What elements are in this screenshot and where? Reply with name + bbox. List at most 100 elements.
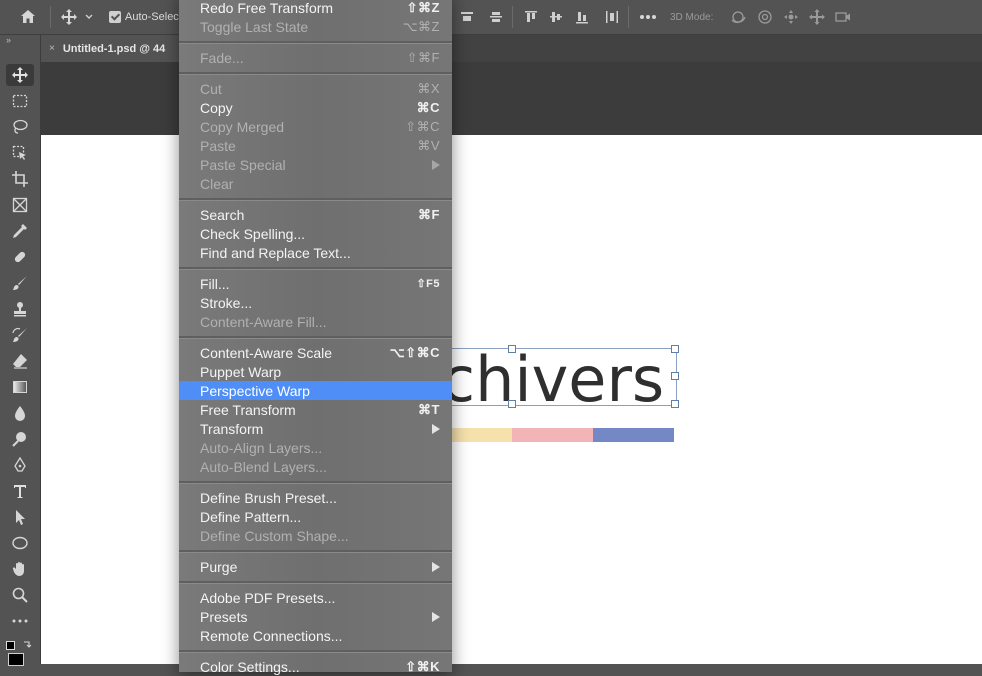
color-swatches[interactable]	[4, 639, 36, 666]
menu-item-label: Color Settings...	[200, 658, 300, 675]
menu-item-define-brush-preset[interactable]: Define Brush Preset...	[179, 488, 452, 507]
distribute-bottom-icon[interactable]	[572, 0, 592, 34]
menu-item-find-replace-text[interactable]: Find and Replace Text...	[179, 243, 452, 262]
menu-item-content-aware-fill: Content-Aware Fill...	[179, 312, 452, 331]
move-icon	[12, 67, 28, 83]
orbit-3d-icon[interactable]	[727, 0, 749, 34]
submenu-arrow-icon	[432, 611, 440, 622]
menu-item-shortcut: ⇧⌘C	[405, 118, 440, 134]
pan-3d-icon[interactable]	[780, 0, 802, 34]
transform-bounding-box[interactable]	[427, 348, 677, 406]
blur-tool[interactable]	[6, 402, 34, 424]
move-tool[interactable]	[6, 64, 34, 86]
three-d-mode-text: 3D Mode:	[670, 11, 714, 23]
type-tool[interactable]	[6, 480, 34, 502]
ellipse-tool[interactable]	[6, 532, 34, 554]
pen-icon	[14, 456, 26, 472]
frame-tool[interactable]	[6, 194, 34, 216]
transform-handle-bottom[interactable]	[508, 400, 516, 408]
menu-item-shortcut: ⌘T	[418, 401, 440, 417]
slide-3d-icon[interactable]	[806, 0, 828, 34]
camera-3d-icon[interactable]	[832, 0, 854, 34]
frame-icon	[12, 197, 28, 213]
hand-tool[interactable]	[6, 558, 34, 580]
path-select-tool[interactable]	[6, 506, 34, 528]
transform-handle-right[interactable]	[671, 372, 679, 380]
menu-item-purge[interactable]: Purge	[179, 557, 452, 576]
more-tools-button[interactable]	[6, 610, 34, 632]
menu-item-search[interactable]: Search ⌘F	[179, 205, 452, 224]
menu-item-puppet-warp[interactable]: Puppet Warp	[179, 362, 452, 381]
home-icon[interactable]	[14, 0, 42, 34]
document-tab[interactable]: × Untitled-1.psd @ 44	[41, 35, 201, 62]
menu-item-adobe-pdf-presets[interactable]: Adobe PDF Presets...	[179, 588, 452, 607]
menu-item-shortcut: ⇧⌘F	[406, 49, 440, 65]
auto-select-checkbox[interactable]: Auto-Selec	[109, 0, 179, 34]
distribute-spacing-icon[interactable]	[602, 0, 622, 34]
menu-item-copy[interactable]: Copy ⌘C	[179, 98, 452, 117]
menu-item-label: Puppet Warp	[200, 363, 282, 380]
menu-item-label: Content-Aware Fill...	[200, 313, 327, 330]
menu-item-check-spelling[interactable]: Check Spelling...	[179, 224, 452, 243]
tools-panel: ››	[0, 35, 41, 666]
menu-separator	[179, 581, 452, 584]
menu-item-label: Perspective Warp	[200, 382, 310, 399]
marquee-icon	[12, 94, 28, 108]
menu-item-label: Copy	[200, 99, 233, 116]
menu-item-shortcut: ⇧⌘Z	[406, 0, 440, 15]
menu-item-perspective-warp[interactable]: Perspective Warp	[179, 381, 452, 400]
align-middle-icon[interactable]	[486, 0, 506, 34]
healing-brush-tool[interactable]	[6, 246, 34, 268]
menu-item-free-transform[interactable]: Free Transform ⌘T	[179, 400, 452, 419]
swap-colors-icon[interactable]	[22, 640, 32, 650]
move-tool-preset-icon[interactable]	[58, 0, 80, 34]
eyedropper-tool[interactable]	[6, 220, 34, 242]
default-colors-icon[interactable]	[6, 641, 15, 650]
marquee-tool[interactable]	[6, 90, 34, 112]
gradient-tool[interactable]	[6, 376, 34, 398]
menu-item-define-custom-shape: Define Custom Shape...	[179, 526, 452, 545]
gradient-icon	[13, 381, 27, 393]
object-select-tool[interactable]	[6, 142, 34, 164]
crop-icon	[12, 171, 28, 187]
clone-stamp-tool[interactable]	[6, 298, 34, 320]
distribute-center-icon[interactable]	[546, 0, 566, 34]
menu-item-label: Define Brush Preset...	[200, 489, 337, 506]
close-icon[interactable]: ×	[49, 43, 55, 54]
history-brush-tool[interactable]	[6, 324, 34, 346]
menu-item-stroke[interactable]: Stroke...	[179, 293, 452, 312]
more-options-icon[interactable]	[637, 0, 659, 34]
color-stripe-pink	[512, 428, 593, 442]
chevron-down-icon[interactable]	[82, 0, 96, 34]
pen-tool[interactable]	[6, 454, 34, 476]
lasso-tool[interactable]	[6, 116, 34, 138]
roll-3d-icon[interactable]	[754, 0, 776, 34]
menu-item-label: Search	[200, 206, 245, 223]
menu-item-define-pattern[interactable]: Define Pattern...	[179, 507, 452, 526]
transform-handle-bottom-right[interactable]	[671, 400, 679, 408]
dodge-tool[interactable]	[6, 428, 34, 450]
foreground-color-swatch[interactable]	[8, 653, 24, 666]
align-horizontal-icon[interactable]	[457, 0, 477, 34]
crop-tool[interactable]	[6, 168, 34, 190]
submenu-arrow-icon	[432, 561, 440, 572]
menu-item-content-aware-scale[interactable]: Content-Aware Scale ⌥⇧⌘C	[179, 343, 452, 362]
menu-item-label: Adobe PDF Presets...	[200, 589, 336, 606]
menu-item-color-settings[interactable]: Color Settings... ⇧⌘K	[179, 657, 452, 676]
menu-item-fill[interactable]: Fill... ⇧F5	[179, 274, 452, 293]
transform-handle-top[interactable]	[508, 345, 516, 353]
menu-item-transform[interactable]: Transform	[179, 419, 452, 438]
menu-item-presets[interactable]: Presets	[179, 607, 452, 626]
brush-tool[interactable]	[6, 272, 34, 294]
menu-separator	[179, 72, 452, 75]
eraser-tool[interactable]	[6, 350, 34, 372]
zoom-tool[interactable]	[6, 584, 34, 606]
brush-icon	[13, 276, 27, 290]
collapse-panel-icon[interactable]: ››	[6, 35, 11, 45]
menu-item-redo-free-transform[interactable]: Redo Free Transform ⇧⌘Z	[179, 0, 452, 17]
document-tab-title: Untitled-1.psd @ 44	[62, 42, 166, 55]
zoom-icon	[12, 587, 28, 603]
menu-item-remote-connections[interactable]: Remote Connections...	[179, 626, 452, 645]
transform-handle-top-right[interactable]	[671, 345, 679, 353]
distribute-top-icon[interactable]	[521, 0, 541, 34]
